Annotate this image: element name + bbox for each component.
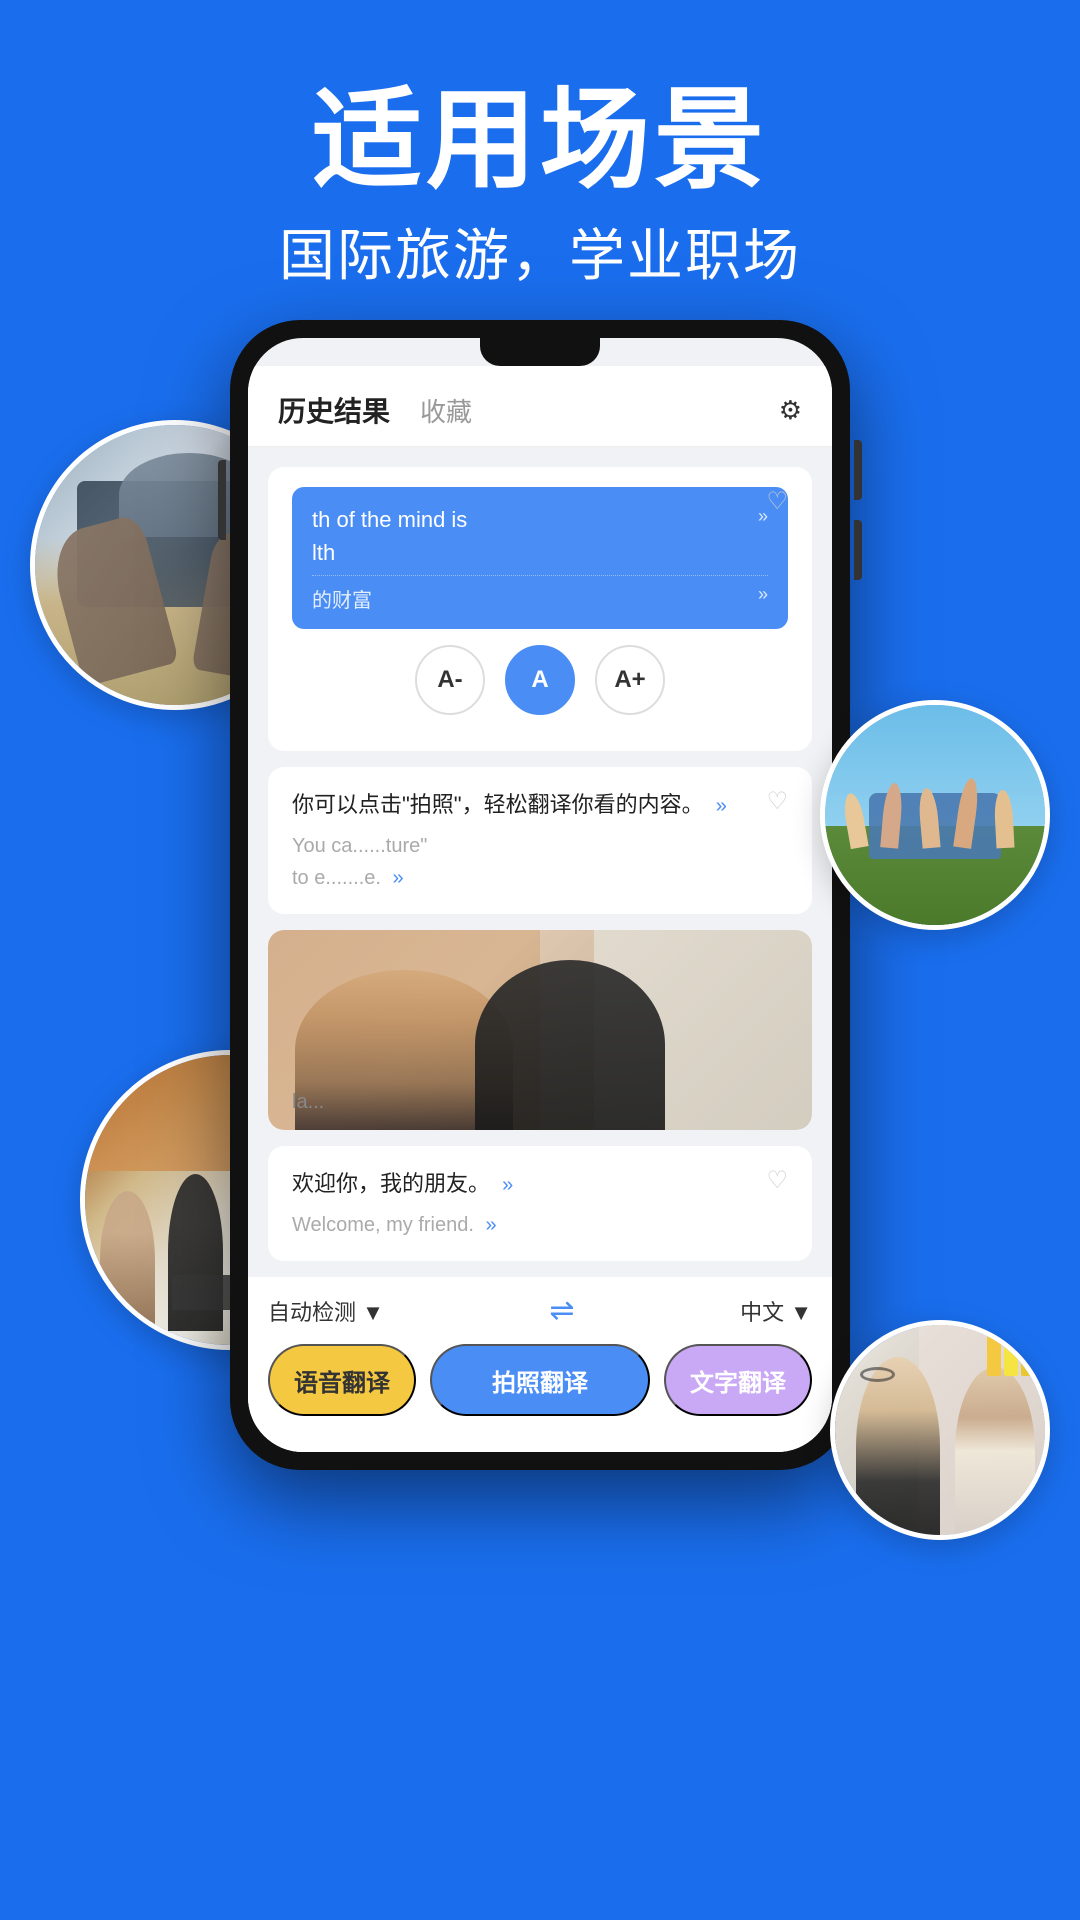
favorite-icon-1[interactable]: ♡ [766,487,788,516]
partial-text-3: la... [292,1091,324,1114]
background: 适用场景 国际旅游，学业职场 [0,0,1080,1920]
favorite-icon-4[interactable]: ♡ [766,1166,788,1195]
blue-zh-text: 的财富 » [312,575,768,613]
font-normal-btn[interactable]: A [505,645,575,715]
phone-mockup: 历史结果 收藏 ⚙ ♡ th of the mind is » lth [210,320,870,1470]
zh-source-text-2: 你可以点击"拍照"，轻松翻译你看的内容。 » [292,787,788,822]
settings-icon[interactable]: ⚙ [779,395,802,426]
nav-history-tab[interactable]: 历史结果 [278,390,390,430]
speaker-icon-4[interactable]: » [502,1169,513,1201]
main-title: 适用场景 [0,80,1080,201]
translation-card-3: ♡ la... [268,930,812,1130]
photo-translate-btn[interactable]: 拍照翻译 [430,1344,650,1416]
language-selector-row: 自动检测 ▼ ⇌ 中文 ▼ [268,1293,812,1328]
nav-bar: 历史结果 收藏 ⚙ [248,366,832,447]
phone-frame: 历史结果 收藏 ⚙ ♡ th of the mind is » lth [230,320,850,1470]
sub-title: 国际旅游，学业职场 [0,211,1080,292]
translation-card-1: ♡ th of the mind is » lth 的财富 » [268,467,812,751]
app-content: 历史结果 收藏 ⚙ ♡ th of the mind is » lth [248,366,832,1452]
phone-notch [480,338,600,366]
speaker-icon-1b[interactable]: » [758,584,768,605]
text-translate-btn[interactable]: 文字翻译 [664,1344,812,1416]
blue-en-text: th of the mind is » lth [312,503,768,569]
font-increase-btn[interactable]: A+ [595,645,665,715]
en-translation-4: Welcome, my friend. » [292,1209,788,1241]
nav-favorites-tab[interactable]: 收藏 [420,392,472,429]
action-buttons-row: 语音翻译 拍照翻译 文字翻译 [268,1344,812,1436]
speaker-icon-4b[interactable]: » [485,1209,496,1241]
translation-card-2: ♡ 你可以点击"拍照"，轻松翻译你看的内容。 » You ca......tur… [268,767,812,914]
phone-screen: 历史结果 收藏 ⚙ ♡ th of the mind is » lth [248,338,832,1452]
decorative-circle-study [830,1320,1050,1540]
blue-translation-block: th of the mind is » lth 的财富 » [292,487,788,629]
voice-translate-btn[interactable]: 语音翻译 [268,1344,416,1416]
decorative-circle-youth [820,700,1050,930]
source-language-selector[interactable]: 自动检测 ▼ [268,1295,384,1327]
en-translation-2: You ca......ture" to e.......e. » [292,830,788,894]
favorite-icon-2[interactable]: ♡ [766,787,788,816]
speaker-icon-2[interactable]: » [716,790,727,822]
speaker-icon-2b[interactable]: » [393,862,404,894]
translation-card-4: ♡ 欢迎你，我的朋友。 » Welcome, my friend. » [268,1146,812,1261]
swap-languages-btn[interactable]: ⇌ [549,1293,574,1328]
zh-source-text-4: 欢迎你，我的朋友。 » [292,1166,788,1201]
target-language-selector[interactable]: 中文 ▼ [740,1295,812,1327]
font-decrease-btn[interactable]: A- [415,645,485,715]
font-size-controls: A- A A+ [292,645,788,715]
header-section: 适用场景 国际旅游，学业职场 [0,0,1080,292]
bottom-controls: 自动检测 ▼ ⇌ 中文 ▼ 语音翻译 拍照翻译 文字翻译 [248,1277,832,1452]
